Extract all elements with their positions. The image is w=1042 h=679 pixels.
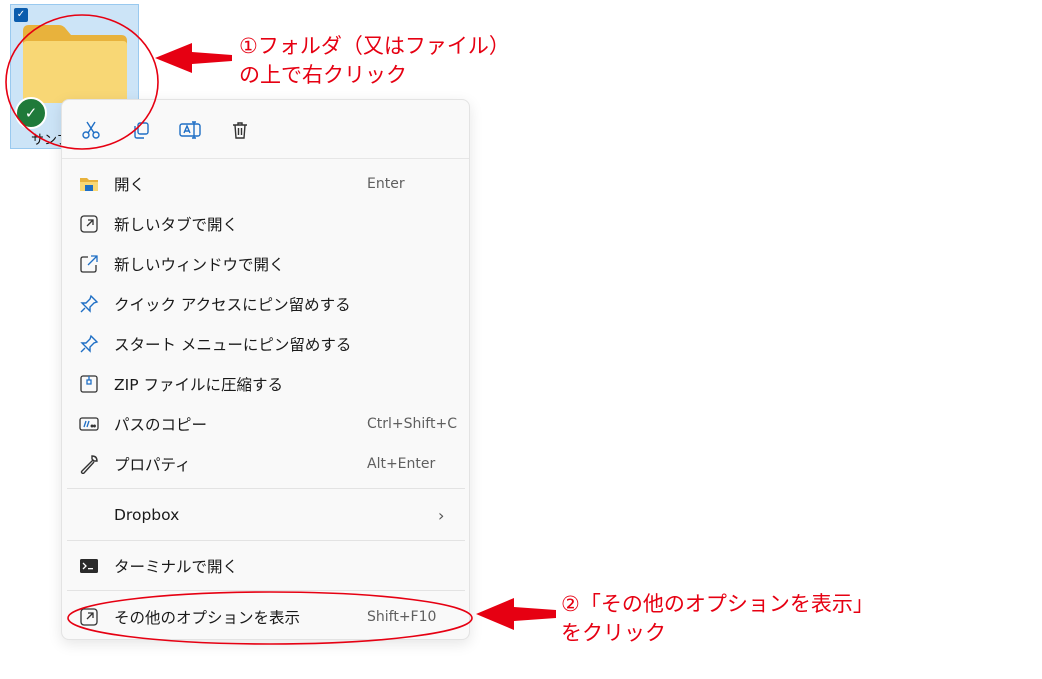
menu-item-label: Dropbox (114, 506, 180, 524)
trash-icon (233, 122, 247, 139)
checkbox-checked-icon[interactable]: ✓ (14, 8, 28, 22)
annotation-step1: ①フォルダ（又はファイル） の上で右クリック (239, 32, 510, 90)
synced-check-icon: ✓ (15, 97, 47, 129)
menu-item-label: スタート メニューにピン留めする (114, 336, 352, 354)
new-tab-icon (80, 215, 98, 233)
menu-divider (67, 590, 465, 591)
menu-item-label: 開く (114, 176, 146, 194)
rename-icon (179, 121, 201, 139)
pin-icon (80, 294, 99, 313)
delete-button[interactable] (225, 115, 255, 145)
zip-icon (80, 375, 98, 393)
menu-item-shortcut: Alt+Enter (367, 456, 436, 472)
annotation-arrow-1 (155, 43, 232, 73)
annotation-text: ①フォルダ（又はファイル） (239, 34, 510, 58)
menu-item-label: 新しいタブで開く (114, 216, 239, 234)
menu-item-shortcut: Shift+F10 (367, 609, 437, 625)
scissors-icon (82, 121, 100, 139)
annotation-text: をクリック (561, 621, 666, 645)
menu-item-open-terminal[interactable]: ターミナルで開く (62, 546, 469, 586)
chevron-right-icon: › (438, 505, 445, 525)
menu-item-label: その他のオプションを表示 (114, 609, 301, 627)
rename-button[interactable] (175, 115, 205, 145)
copy-path-icon (79, 417, 99, 431)
menu-item-shortcut: Enter (367, 176, 405, 192)
menu-item-open-new-tab[interactable]: 新しいタブで開く (62, 204, 469, 244)
menu-divider (67, 540, 465, 541)
cut-button[interactable] (76, 115, 106, 145)
menu-item-label: クイック アクセスにピン留めする (114, 296, 351, 314)
menu-item-properties[interactable]: プロパティ Alt+Enter (62, 444, 469, 484)
terminal-icon (80, 559, 98, 573)
annotation-text: ②「その他のオプションを表示」 (561, 592, 874, 616)
new-window-icon (80, 255, 98, 273)
menu-item-copy-path[interactable]: パスのコピー Ctrl+Shift+C (62, 404, 469, 444)
folder-icon (23, 25, 127, 103)
annotation-arrow-2 (476, 598, 556, 630)
copy-button[interactable] (126, 115, 156, 145)
menu-item-show-more-options[interactable]: その他のオプションを表示 Shift+F10 (62, 597, 469, 637)
annotation-text: の上で右クリック (239, 63, 407, 87)
menu-item-open[interactable]: 開く Enter (62, 164, 469, 204)
folder-open-icon (80, 178, 98, 191)
pin-icon (80, 334, 99, 353)
menu-item-open-new-window[interactable]: 新しいウィンドウで開く (62, 244, 469, 284)
copy-icon (134, 122, 149, 139)
more-options-icon (80, 608, 98, 626)
menu-item-compress-zip[interactable]: ZIP ファイルに圧縮する (62, 364, 469, 404)
context-menu: 開く Enter 新しいタブで開く 新しいウィンドウで開く クイック アクセスに… (61, 99, 470, 640)
menu-item-shortcut: Ctrl+Shift+C (367, 416, 457, 432)
menu-divider (67, 488, 465, 489)
menu-item-pin-quick-access[interactable]: クイック アクセスにピン留めする (62, 284, 469, 324)
menu-item-pin-start[interactable]: スタート メニューにピン留めする (62, 324, 469, 364)
menu-toolbar (62, 100, 469, 159)
menu-item-label: プロパティ (114, 456, 191, 474)
menu-item-label: 新しいウィンドウで開く (114, 256, 285, 274)
menu-item-dropbox[interactable]: Dropbox › (62, 495, 469, 535)
menu-item-label: パスのコピー (114, 416, 208, 434)
wrench-icon (80, 455, 98, 474)
menu-item-label: ターミナルで開く (114, 558, 239, 576)
annotation-step2: ②「その他のオプションを表示」 をクリック (561, 590, 874, 648)
menu-item-label: ZIP ファイルに圧縮する (114, 376, 283, 394)
